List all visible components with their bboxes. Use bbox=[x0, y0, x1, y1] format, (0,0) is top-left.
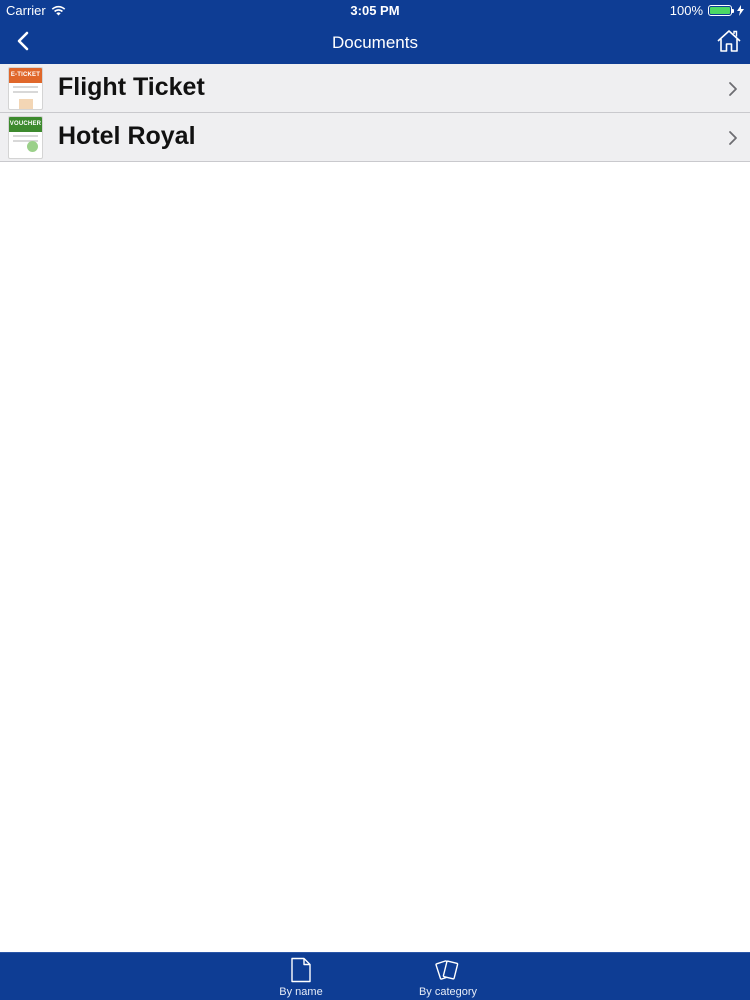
page-title: Documents bbox=[332, 33, 418, 52]
thumbnail-label: E-TICKET bbox=[9, 68, 42, 83]
document-name: Hotel Royal bbox=[58, 122, 196, 150]
navigation-bar: Documents bbox=[0, 22, 750, 64]
tab-label: By name bbox=[279, 986, 323, 998]
document-icon bbox=[291, 957, 311, 983]
home-icon bbox=[717, 30, 741, 52]
chevron-right-icon bbox=[729, 131, 737, 145]
charging-bolt-icon bbox=[737, 5, 744, 16]
thumbnail-label: VOUCHER bbox=[9, 117, 42, 132]
tab-by-category[interactable]: By category bbox=[388, 957, 508, 998]
list-item-flight-ticket[interactable]: E-TICKET Flight Ticket bbox=[0, 64, 750, 113]
list-item-hotel-royal[interactable]: VOUCHER Hotel Royal bbox=[0, 113, 750, 162]
tab-label: By category bbox=[418, 986, 478, 998]
status-time: 3:05 PM bbox=[350, 3, 400, 18]
tab-bar: By name By category bbox=[0, 952, 750, 1000]
cards-icon bbox=[435, 960, 459, 980]
status-bar: Carrier 3:05 PM 100% bbox=[0, 0, 750, 22]
tab-by-name[interactable]: By name bbox=[241, 957, 361, 998]
battery-icon bbox=[708, 5, 734, 16]
battery-info: 100% bbox=[670, 3, 744, 18]
e-ticket-thumbnail-icon: E-TICKET bbox=[8, 67, 43, 110]
battery-fill bbox=[710, 7, 730, 14]
home-button[interactable] bbox=[714, 26, 744, 56]
document-name: Flight Ticket bbox=[58, 73, 205, 101]
chevron-right-icon bbox=[729, 82, 737, 96]
voucher-thumbnail-icon: VOUCHER bbox=[8, 116, 43, 159]
battery-percentage: 100% bbox=[669, 3, 703, 18]
document-list: E-TICKET Flight Ticket VOUCHER Hotel Roy… bbox=[0, 64, 750, 162]
